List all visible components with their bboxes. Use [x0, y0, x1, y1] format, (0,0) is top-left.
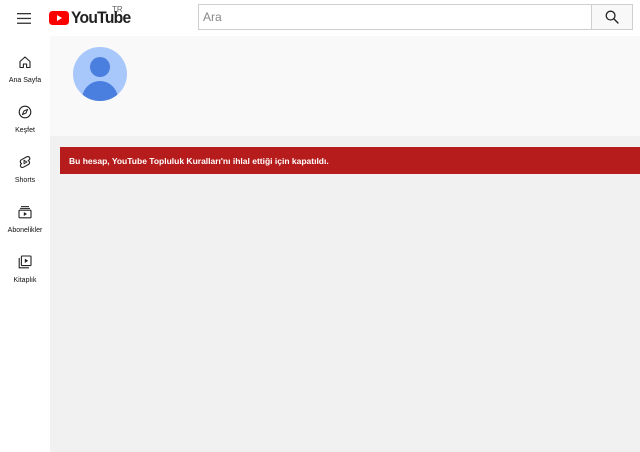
avatar-body: [82, 81, 118, 101]
top-bar: YouTube TR: [0, 0, 640, 36]
sidebar-item-label: Abonelikler: [7, 227, 43, 234]
sidebar-item-label: Shorts: [14, 177, 36, 184]
default-avatar-icon: [73, 47, 127, 101]
account-terminated-banner: Bu hesap, YouTube Topluluk Kuralları'nı …: [60, 147, 640, 174]
sidebar-item-home[interactable]: Ana Sayfa: [0, 50, 50, 94]
sidebar: Ana Sayfa Keşfet Shorts Abonelikler Kita…: [0, 36, 50, 452]
compass-icon: [17, 104, 33, 120]
search-box: [198, 4, 591, 30]
library-icon: [17, 254, 33, 270]
avatar-head: [90, 57, 110, 77]
youtube-play-icon: [49, 11, 69, 25]
search-input[interactable]: [199, 5, 591, 29]
banner-message: Bu hesap, YouTube Topluluk Kuralları'nı …: [69, 155, 329, 166]
shorts-icon: [17, 154, 33, 170]
home-icon: [17, 54, 33, 70]
sidebar-item-label: Kitaplık: [13, 277, 37, 284]
menu-button[interactable]: [9, 6, 39, 30]
youtube-app: YouTube TR Ana Sayfa: [0, 0, 640, 452]
sidebar-item-subscriptions[interactable]: Abonelikler: [0, 200, 50, 244]
sidebar-item-explore[interactable]: Keşfet: [0, 100, 50, 144]
sidebar-item-label: Keşfet: [15, 127, 35, 134]
hamburger-menu-icon: [17, 12, 31, 24]
region-code: TR: [112, 5, 123, 14]
search-icon: [605, 10, 619, 24]
search-button[interactable]: [591, 4, 633, 30]
subscriptions-icon: [17, 204, 33, 220]
sidebar-item-shorts[interactable]: Shorts: [0, 150, 50, 194]
sidebar-item-library[interactable]: Kitaplık: [0, 250, 50, 294]
sidebar-item-label: Ana Sayfa: [8, 77, 42, 84]
channel-header: [50, 36, 640, 136]
